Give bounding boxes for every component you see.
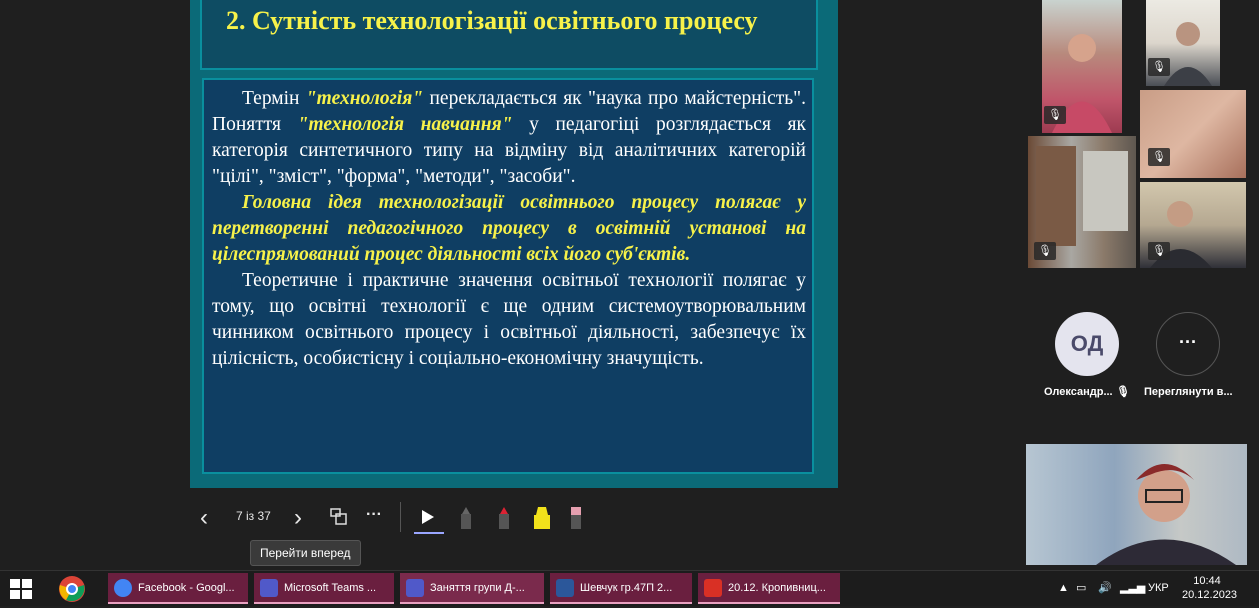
pdf-icon — [704, 579, 722, 597]
slide-paragraph-2: Головна ідея технологізації освітнього п… — [212, 192, 806, 265]
windows-taskbar: Facebook - Googl... Microsoft Teams ... … — [0, 570, 1259, 606]
participant-video-5[interactable]: 🎙 — [1140, 182, 1246, 268]
next-slide-tooltip: Перейти вперед — [250, 540, 361, 566]
taskbar-item-word[interactable]: Шевчук гр.47П 2... — [550, 573, 692, 604]
meeting-stage: 2. Сутність технологізації освітнього пр… — [0, 0, 1259, 570]
slide-body: Термін "технологія" перекладається як "н… — [202, 78, 814, 474]
mic-off-icon: 🎙 — [1148, 148, 1170, 166]
slide-paragraph-1: Термін "технологія" перекладається як "н… — [212, 88, 806, 187]
mic-off-icon: 🎙 — [1116, 386, 1130, 398]
more-participants-button[interactable]: ··· — [1156, 312, 1220, 376]
slide-title: 2. Сутність технологізації освітнього пр… — [226, 6, 758, 35]
taskbar-item-meeting[interactable]: Заняття групи Д-... — [400, 573, 544, 604]
windows-start-icon[interactable] — [10, 579, 32, 604]
volume-icon[interactable]: 🔊 — [1098, 571, 1112, 606]
black-pen-icon[interactable] — [458, 506, 474, 535]
taskbar-item-teams[interactable]: Microsoft Teams ... — [254, 573, 394, 604]
teams-icon — [260, 579, 278, 597]
network-icon[interactable]: ▭ — [1076, 571, 1086, 606]
red-pen-icon[interactable] — [496, 506, 512, 535]
clock[interactable]: 10:44 20.12.2023 — [1182, 574, 1237, 602]
more-options-button[interactable]: ··· — [366, 506, 382, 524]
toolbar-divider — [400, 502, 401, 532]
signal-icon[interactable]: ▂▃▅ — [1120, 571, 1145, 606]
participant-avatar[interactable]: ОД — [1055, 312, 1119, 376]
participant-video-2[interactable]: 🎙 — [1146, 0, 1220, 86]
slide-paragraph-3: Теоретичне і практичне значення освітньо… — [212, 270, 806, 369]
mic-off-icon: 🎙 — [1044, 106, 1066, 124]
language-indicator[interactable]: УКР — [1148, 571, 1169, 606]
view-all-label: Переглянути в... — [1144, 386, 1233, 398]
chrome-icon — [114, 579, 132, 597]
taskbar-item-pdf[interactable]: 20.12. Кропивниц... — [698, 573, 840, 604]
eraser-icon[interactable] — [568, 506, 584, 535]
chrome-icon[interactable] — [58, 575, 86, 608]
shared-slide: 2. Сутність технологізації освітнього пр… — [190, 0, 838, 488]
self-video[interactable] — [1026, 444, 1247, 565]
participant-name: Олександр... — [1044, 386, 1113, 398]
presentation-toolbar: ‹ 7 із 37 › ··· — [190, 496, 650, 540]
mic-off-icon: 🎙 — [1034, 242, 1056, 260]
mic-off-icon: 🎙 — [1148, 242, 1170, 260]
laser-pointer-icon[interactable] — [420, 508, 436, 531]
participant-video-1[interactable]: 🎙 — [1042, 0, 1122, 133]
tray-expand-icon[interactable]: ▲ — [1058, 571, 1069, 606]
taskbar-item-facebook[interactable]: Facebook - Googl... — [108, 573, 248, 604]
page-counter: 7 із 37 — [236, 509, 271, 523]
teams-icon — [406, 579, 424, 597]
mic-off-icon: 🎙 — [1148, 58, 1170, 76]
next-slide-button[interactable]: › — [294, 504, 302, 532]
active-tool-indicator — [414, 532, 444, 534]
participant-video-4[interactable]: 🎙 — [1028, 136, 1136, 268]
highlighter-icon[interactable] — [532, 506, 552, 535]
slides-grid-icon[interactable] — [330, 508, 348, 531]
participant-video-3[interactable]: 🎙 — [1140, 90, 1246, 178]
prev-slide-button[interactable]: ‹ — [200, 504, 208, 532]
slide-title-bar: 2. Сутність технологізації освітнього пр… — [200, 0, 818, 70]
word-icon — [556, 579, 574, 597]
